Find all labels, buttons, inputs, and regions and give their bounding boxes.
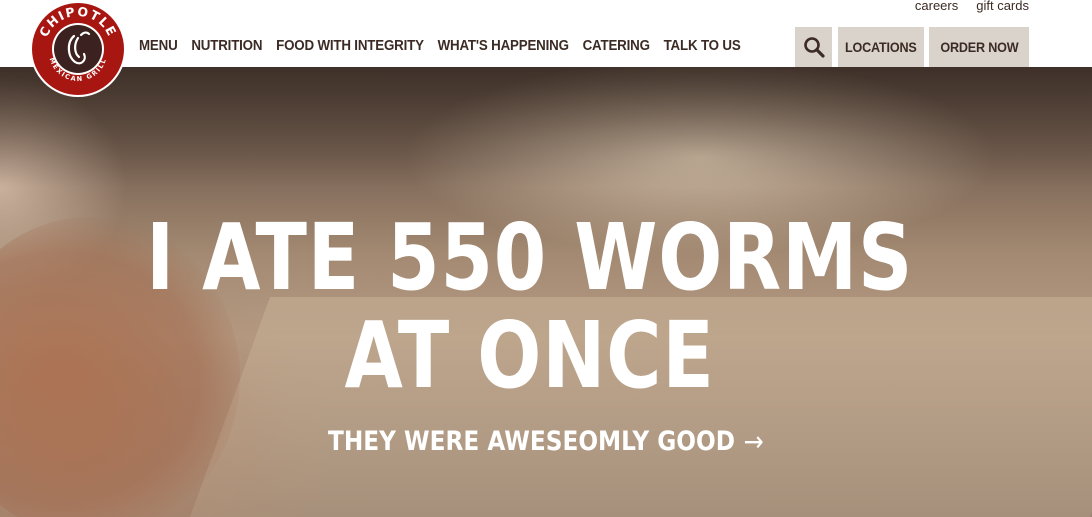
careers-link[interactable]: careers [915,0,958,13]
locations-button[interactable]: LOCATIONS [838,27,924,67]
site-header: careers gift cards MENU NUTRITION FOOD W… [0,0,1092,67]
order-now-button[interactable]: ORDER NOW [929,27,1029,67]
hero-title-line2: AT ONCE [344,302,715,409]
arrow-right-icon: → [743,425,764,458]
nav-item-menu[interactable]: MENU [139,38,178,54]
nav-item-whats-happening[interactable]: WHAT'S HAPPENING [438,38,569,54]
gift-cards-link[interactable]: gift cards [976,0,1029,13]
nav-item-food-with-integrity[interactable]: FOOD WITH INTEGRITY [276,38,424,54]
nav-item-catering[interactable]: CATERING [583,38,650,54]
hero-subtitle: THEY WERE AWESEOMLY GOOD [328,426,736,457]
nav-item-talk-to-us[interactable]: TALK TO US [664,38,741,54]
order-now-label: ORDER NOW [939,39,1019,55]
main-nav: MENU NUTRITION FOOD WITH INTEGRITY WHAT'… [139,38,754,54]
nav-item-nutrition[interactable]: NUTRITION [191,38,262,54]
hero-title-line1: I ATE 550 WORMS [146,204,914,311]
locations-label: LOCATIONS [845,39,917,55]
hero-banner[interactable]: I ATE 550 WORMS AT ONCE THEY WERE AWESEO… [0,67,1092,517]
logo-seal: CHIPOTLE MEXICAN GRILL [30,1,126,97]
search-button[interactable] [795,27,832,67]
utility-links: careers gift cards [915,0,1029,13]
search-icon [803,37,825,58]
chipotle-logo[interactable]: CHIPOTLE MEXICAN GRILL [29,0,127,98]
hero-title: I ATE 550 WORMS AT ONCE [95,209,964,405]
hero-shade [0,67,1092,187]
hero-subtitle-link[interactable]: THEY WERE AWESEOMLY GOOD → [328,425,764,458]
